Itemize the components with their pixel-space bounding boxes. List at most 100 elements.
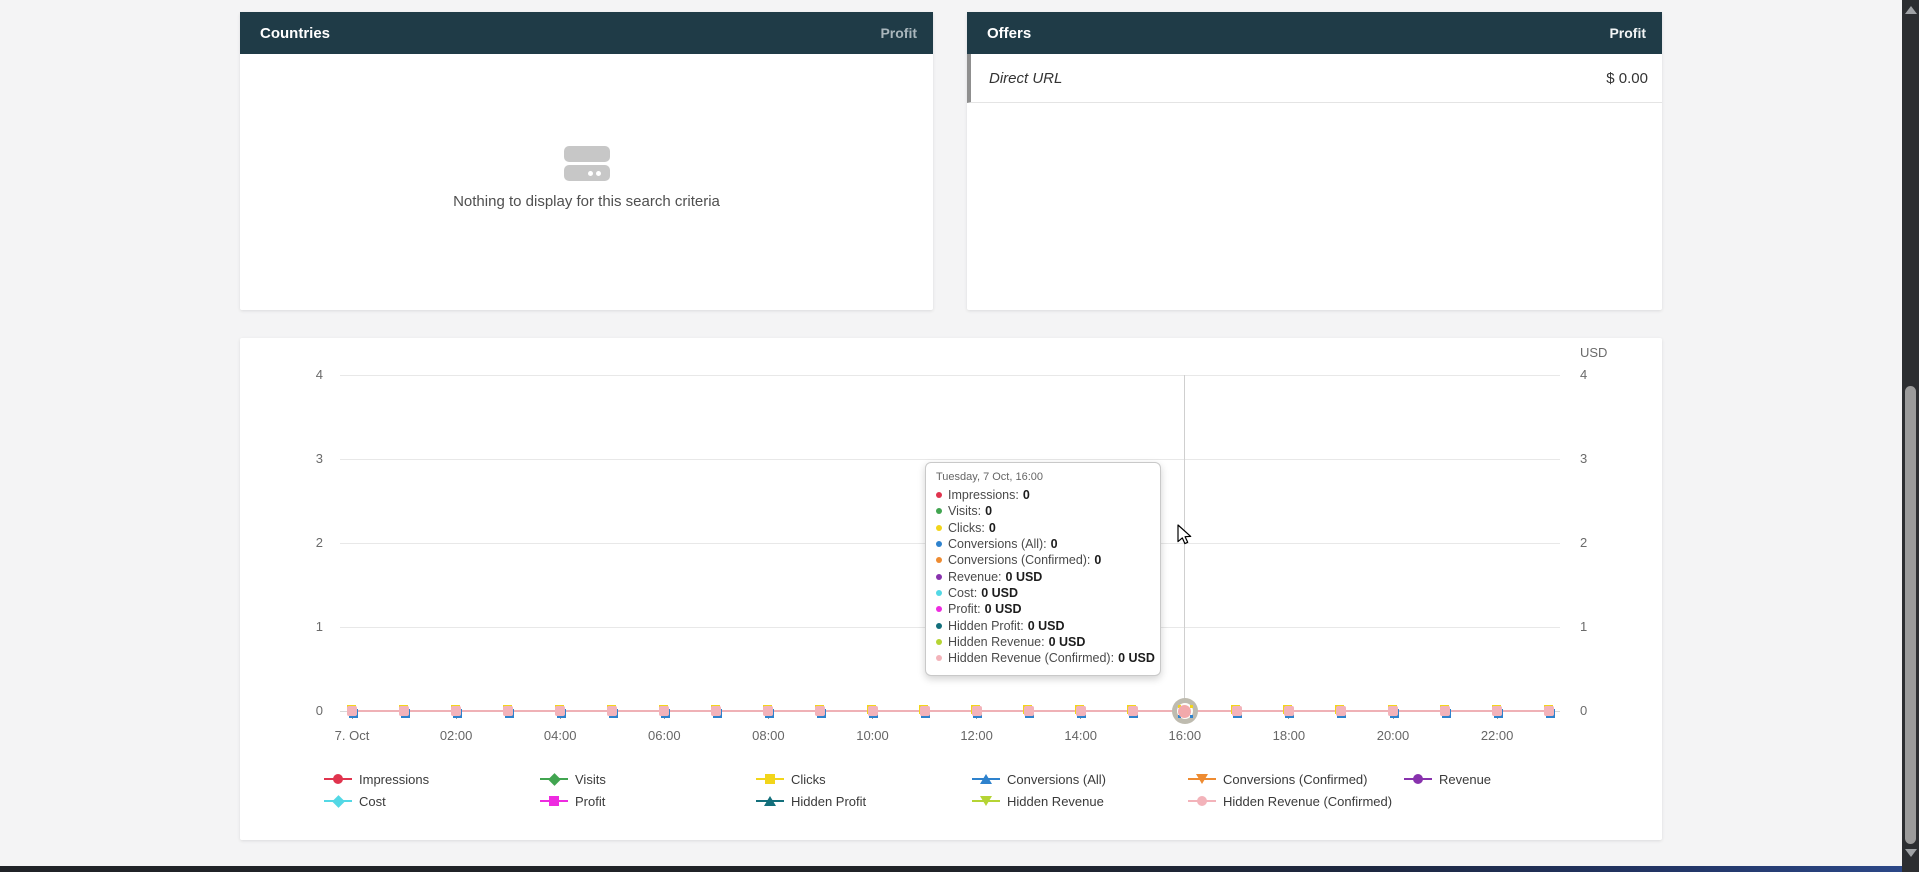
legend-item-impressions[interactable]: Impressions — [324, 768, 540, 790]
y-axis-label-left: 4 — [283, 367, 323, 382]
currency-axis-label: USD — [1580, 345, 1607, 360]
chart-point-layer — [659, 706, 669, 716]
legend-item-hidden-revenue-confirmed[interactable]: Hidden Revenue (Confirmed) — [1188, 790, 1404, 812]
legend-item-clicks[interactable]: Clicks — [756, 768, 972, 790]
countries-panel: Countries Profit Nothing to display for … — [240, 12, 933, 310]
chart-point-hover[interactable] — [1178, 705, 1191, 718]
chart-point-layer — [399, 706, 409, 716]
tooltip-row-value: 0 USD — [1006, 570, 1043, 584]
legend-item-hidden-revenue[interactable]: Hidden Revenue — [972, 790, 1188, 812]
hidden-revenue-marker-icon — [972, 794, 1000, 808]
vertical-scrollbar[interactable] — [1902, 0, 1919, 872]
chart-point[interactable] — [1283, 705, 1294, 718]
chart-point[interactable] — [971, 705, 982, 718]
chart-point[interactable] — [763, 705, 774, 718]
y-axis-label-left: 2 — [283, 535, 323, 550]
conversions-all-marker-icon — [972, 772, 1000, 786]
tooltip-row-label: Conversions (All): — [948, 537, 1047, 551]
legend-label: Visits — [575, 772, 606, 787]
countries-profit-column-header[interactable]: Profit — [880, 25, 917, 41]
legend-item-cost[interactable]: Cost — [324, 790, 540, 812]
x-axis-label: 14:00 — [1049, 728, 1113, 743]
chart-point-layer — [711, 706, 721, 716]
chart-point[interactable] — [659, 705, 670, 718]
tooltip-row-label: Cost: — [948, 586, 977, 600]
chart-point-layer — [1544, 706, 1554, 716]
chart-point[interactable] — [919, 705, 930, 718]
chart-point[interactable] — [1023, 705, 1034, 718]
conversions-confirmed-marker-icon — [1188, 772, 1216, 786]
tooltip-series-dot — [936, 590, 942, 596]
offer-row-direct-url[interactable]: Direct URL $ 0.00 — [967, 54, 1662, 103]
chart-point[interactable] — [503, 705, 514, 718]
chart-point[interactable] — [815, 705, 826, 718]
chart-point[interactable] — [1127, 705, 1138, 718]
y-axis-label-left: 1 — [283, 619, 323, 634]
x-axis-label: 16:00 — [1153, 728, 1217, 743]
chart-point-layer — [815, 706, 825, 716]
chart-point-layer — [1336, 706, 1346, 716]
y-axis-label-right: 0 — [1580, 703, 1620, 718]
x-axis-label: 06:00 — [632, 728, 696, 743]
tooltip-row-label: Revenue: — [948, 570, 1002, 584]
chart-point[interactable] — [347, 705, 358, 718]
tooltip-row-label: Clicks: — [948, 521, 985, 535]
chart-point-layer — [1388, 706, 1398, 716]
tooltip-series-dot — [936, 639, 942, 645]
legend-label: Clicks — [791, 772, 826, 787]
offers-panel: Offers Profit Direct URL $ 0.00 — [967, 12, 1662, 310]
chart-point[interactable] — [399, 705, 410, 718]
chart-point[interactable] — [867, 705, 878, 718]
chart-point-layer — [503, 706, 513, 716]
tooltip-series-dot — [936, 541, 942, 547]
legend-label: Conversions (Confirmed) — [1223, 772, 1368, 787]
chart-point-layer — [347, 706, 357, 716]
tooltip-row-impressions: Impressions:0 — [936, 487, 1150, 503]
series-line — [352, 710, 1549, 712]
tooltip-row-hidden-revenue-confirmed: Hidden Revenue (Confirmed):0 USD — [936, 650, 1150, 666]
chart-point[interactable] — [555, 705, 566, 718]
scrollbar-thumb[interactable] — [1905, 386, 1916, 844]
scroll-down-arrow-icon[interactable] — [1905, 849, 1917, 857]
tooltip-row-value: 0 — [1094, 553, 1101, 567]
legend-item-conversions-all[interactable]: Conversions (All) — [972, 768, 1188, 790]
legend-item-hidden-profit[interactable]: Hidden Profit — [756, 790, 972, 812]
legend-label: Impressions — [359, 772, 429, 787]
legend-item-revenue[interactable]: Revenue — [1404, 768, 1620, 790]
crosshair-line — [1184, 375, 1185, 711]
y-axis-label-left: 0 — [283, 703, 323, 718]
tooltip-series-dot — [936, 655, 942, 661]
chart-point[interactable] — [607, 705, 618, 718]
chart-point[interactable] — [1335, 705, 1346, 718]
tooltip-series-dot — [936, 623, 942, 629]
gridline-y-3 — [340, 459, 1560, 460]
legend-item-visits[interactable]: Visits — [540, 768, 756, 790]
scroll-up-arrow-icon[interactable] — [1905, 6, 1917, 14]
chart-point[interactable] — [1075, 705, 1086, 718]
chart-point[interactable] — [711, 705, 722, 718]
tooltip-row-label: Visits: — [948, 504, 981, 518]
chart-point[interactable] — [1231, 705, 1242, 718]
chart-point-layer — [763, 706, 773, 716]
tooltip-row-value: 0 — [1051, 537, 1058, 551]
x-axis-label: 02:00 — [424, 728, 488, 743]
y-axis-label-right: 4 — [1580, 367, 1620, 382]
chart-point[interactable] — [451, 705, 462, 718]
legend-item-conversions-confirmed[interactable]: Conversions (Confirmed) — [1188, 768, 1404, 790]
tooltip-row-label: Impressions: — [948, 488, 1019, 502]
tooltip-series-dot — [936, 574, 942, 580]
chart-point[interactable] — [1544, 705, 1555, 718]
tooltip-row-value: 0 USD — [985, 602, 1022, 616]
legend-item-profit[interactable]: Profit — [540, 790, 756, 812]
chart-point[interactable] — [1492, 705, 1503, 718]
chart-point[interactable] — [1388, 705, 1399, 718]
offers-profit-column-header[interactable]: Profit — [1609, 25, 1646, 41]
chart-point[interactable] — [1440, 705, 1451, 718]
chart-point-layer — [1284, 706, 1294, 716]
y-axis-label-right: 1 — [1580, 619, 1620, 634]
tooltip-series-dot — [936, 606, 942, 612]
x-axis-label: 20:00 — [1361, 728, 1425, 743]
tooltip-row-value: 0 USD — [1118, 651, 1155, 665]
hidden-revenue-confirmed-marker-icon — [1188, 794, 1216, 808]
legend-label: Hidden Revenue (Confirmed) — [1223, 794, 1392, 809]
